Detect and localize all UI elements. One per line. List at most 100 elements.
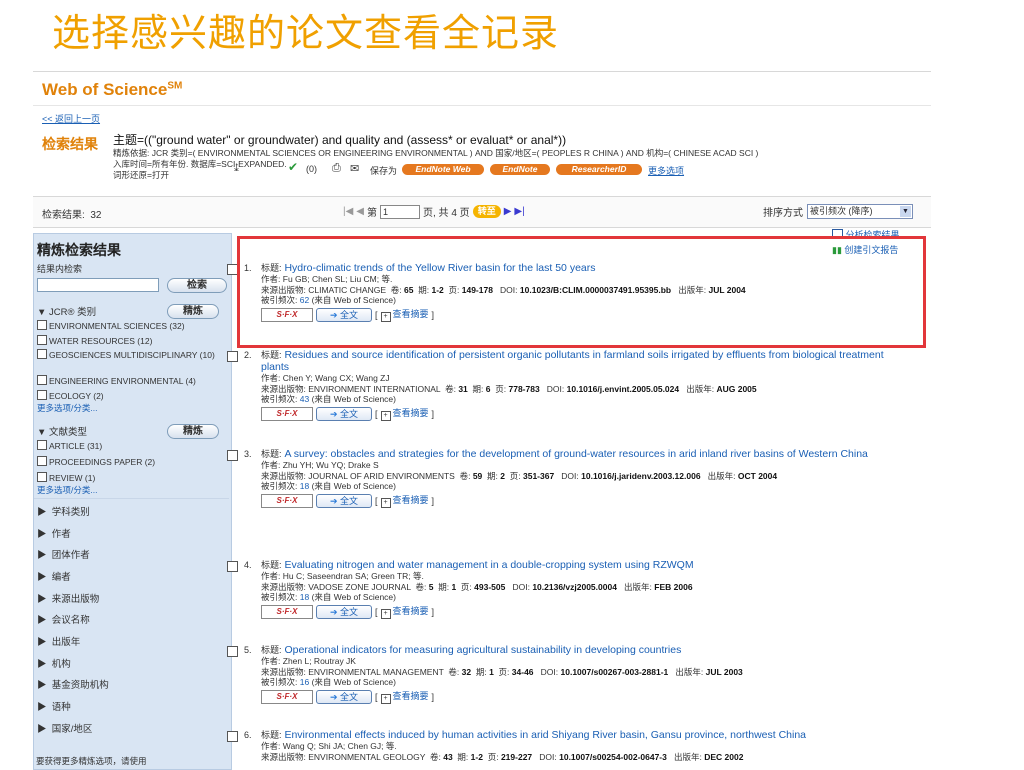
checkbox[interactable] [37,349,47,359]
pager: |◀ ◀ 第 1 页, 共 4 页 转至 ▶ ▶| [343,204,525,219]
sidebar-item[interactable]: ▶ 出版年 [37,634,227,648]
doctype-option[interactable]: REVIEW (1) [37,472,227,483]
sidebar-item[interactable]: ▶ 来源出版物 [37,591,227,605]
checkbox[interactable] [37,320,47,330]
sort-select[interactable]: 被引频次 (降序) ▼ [807,204,913,219]
save-as-label: 保存为 [370,166,398,176]
doctype-option[interactable]: PROCEEDINGS PAPER (2) [37,456,227,467]
record-title-link[interactable]: A survey: obstacles and strategies for t… [284,448,867,460]
last-page-icon[interactable]: ▶| [514,206,524,217]
record-title-link[interactable]: Operational indicators for measuring agr… [284,644,681,656]
sidebar-item[interactable]: ▶ 语种 [37,699,227,713]
cited-count-link[interactable]: 18 [300,592,309,602]
sidebar-item[interactable]: ▶ 机构 [37,656,227,670]
page-total: 页, 共 4 页 [423,208,470,219]
record-title-link[interactable]: Environmental effects induced by human a… [284,729,806,741]
chevron-down-icon: ▼ [900,206,911,217]
print-icon[interactable]: ⎙ [332,162,341,175]
query-refine: 精炼依据: JCR 类别=( ENVIRONMENTAL SCIENCES OR… [113,148,759,158]
checkbox[interactable] [37,456,47,466]
divider [33,105,931,106]
checkbox[interactable] [37,375,47,385]
doc-type-heading[interactable]: ▼ 文献类型 [37,424,87,438]
record-citations: 被引频次: 16 (来自 Web of Science) [261,677,396,687]
jcr-option[interactable]: GEOSCIENCES MULTIDISCIPLINARY (10) [37,349,227,360]
record-checkbox[interactable] [227,646,238,657]
results-count: 检索结果: 32 [42,210,102,221]
doctype-option[interactable]: ARTICLE (31) [37,440,227,451]
checkbox[interactable] [37,440,47,450]
endnote-web-button[interactable]: EndNote Web [402,164,484,175]
sort-control: 排序方式 被引频次 (降序) ▼ [763,204,913,219]
checkbox[interactable] [37,335,47,345]
sfx-button[interactable]: S·F·X [261,604,313,619]
jcr-option[interactable]: ENVIRONMENTAL SCIENCES (32) [37,320,227,331]
marked-list-icon[interactable]: ✔ [288,160,298,174]
checkbox[interactable] [37,390,47,400]
results-bar: 检索结果: 32 |◀ ◀ 第 1 页, 共 4 页 转至 ▶ ▶| 排序方式 … [33,196,931,228]
back-link[interactable]: << 返回上一页 [42,112,100,125]
full-text-button[interactable]: ➔ 全文 [316,406,372,421]
researcherid-button[interactable]: ResearcherID [556,164,642,175]
cited-count-link[interactable]: 43 [300,394,309,404]
record-title-link[interactable]: Residues and source identification of pe… [261,349,884,373]
record-number: 4. [244,560,252,570]
sfx-button[interactable]: S·F·X [261,689,313,704]
jcr-category-heading[interactable]: ▼ JCR® 类别 [37,304,96,318]
record-number: 3. [244,449,252,459]
cited-count-link[interactable]: 18 [300,481,309,491]
next-page-icon[interactable]: ▶ [504,206,512,217]
more-options-link[interactable]: 更多选项 [648,164,684,177]
sidebar-item[interactable]: ▶ 作者 [37,526,227,540]
sidebar-note: 要获得更多精炼选项，请使用 [36,756,147,766]
record-checkbox[interactable] [227,731,238,742]
sfx-button[interactable]: S·F·X [261,493,313,508]
download-icon[interactable]: ⤓ [234,162,239,175]
arrow-right-icon: ➔ [329,408,338,419]
jcr-option[interactable]: ECOLOGY (2) [37,390,227,401]
jcr-option[interactable]: WATER RESOURCES (12) [37,335,227,346]
sidebar-item[interactable]: ▶ 编者 [37,569,227,583]
page-input[interactable]: 1 [380,204,420,219]
record-checkbox[interactable] [227,351,238,362]
search-within-input[interactable] [37,278,159,292]
wos-logo[interactable]: Web of ScienceSM [42,80,182,100]
full-text-button[interactable]: ➔ 全文 [316,604,372,619]
sort-label: 排序方式 [763,208,803,219]
jcr-option[interactable]: ENGINEERING ENVIRONMENTAL (4) [37,375,227,386]
plus-icon: + [380,694,391,704]
search-within-button[interactable]: 检索 [167,278,227,293]
full-text-button[interactable]: ➔ 全文 [316,689,372,704]
plus-icon: + [380,498,391,508]
record-citations: 被引频次: 18 (来自 Web of Science) [261,592,396,602]
arrow-right-icon: ➔ [329,606,338,617]
go-button[interactable]: 转至 [472,205,501,218]
view-abstract-link[interactable]: + 查看摘要 [380,604,429,619]
prev-page-icon[interactable]: ◀ [356,206,364,217]
record-source: 来源出版物: VADOSE ZONE JOURNAL 卷: 5 期: 1 页: … [261,581,693,592]
record-checkbox[interactable] [227,450,238,461]
endnote-button[interactable]: EndNote [490,164,550,175]
sidebar-item[interactable]: ▶ 国家/地区 [37,721,227,735]
record-title-link[interactable]: Evaluating nitrogen and water management… [284,559,693,571]
sidebar-item[interactable]: ▶ 会议名称 [37,612,227,626]
view-abstract-link[interactable]: + 查看摘要 [380,406,429,421]
record-checkbox[interactable] [227,561,238,572]
refine-button-2[interactable]: 精炼 [167,424,219,439]
refine-button-1[interactable]: 精炼 [167,304,219,319]
email-icon[interactable]: ✉ [350,162,359,175]
record-source: 来源出版物: ENVIRONMENTAL GEOLOGY 卷: 43 期: 1-… [261,751,744,762]
sidebar-item[interactable]: ▶ 学科类别 [37,504,227,518]
sidebar-item[interactable]: ▶ 团体作者 [37,547,227,561]
plus-icon: + [380,609,391,619]
more-options-link[interactable]: 更多选项/分类... [37,402,97,414]
view-abstract-link[interactable]: + 查看摘要 [380,493,429,508]
cited-count-link[interactable]: 16 [300,677,309,687]
sidebar-item[interactable]: ▶ 基金资助机构 [37,677,227,691]
sfx-button[interactable]: S·F·X [261,406,313,421]
first-page-icon[interactable]: |◀ [343,206,353,217]
full-text-button[interactable]: ➔ 全文 [316,493,372,508]
checkbox[interactable] [37,472,47,482]
view-abstract-link[interactable]: + 查看摘要 [380,689,429,704]
more-options-link[interactable]: 更多选项/分类... [37,484,97,496]
